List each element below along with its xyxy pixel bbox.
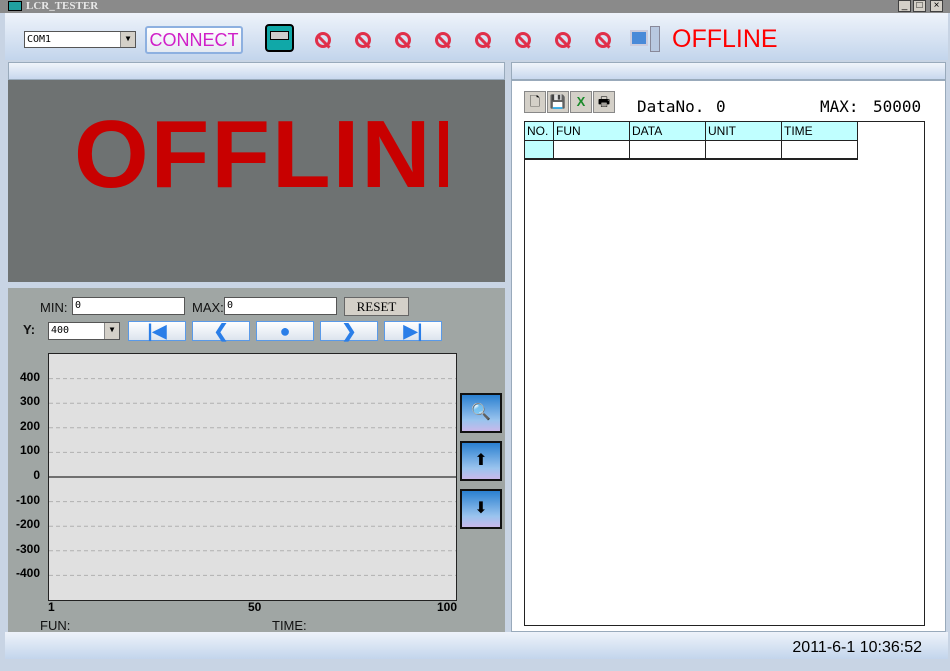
- window-title: LCR_TESTER: [26, 0, 99, 12]
- excel-export-button[interactable]: X: [570, 91, 592, 113]
- y-tick-label: 100: [19, 443, 40, 458]
- first-button[interactable]: |◀: [128, 321, 186, 341]
- y-tick-label: -100: [15, 492, 40, 507]
- minimize-button[interactable]: _: [898, 0, 911, 12]
- next-button[interactable]: ❯: [320, 321, 378, 341]
- y-tick-label: 400: [19, 369, 40, 384]
- min-label: MIN:: [40, 300, 68, 315]
- datetime: 2011-6-1 10:36:52: [792, 639, 922, 656]
- arrows-down-up-icon: ⬇: [474, 500, 488, 517]
- table-cell[interactable]: [706, 141, 782, 160]
- skip-first-icon: |◀: [147, 321, 167, 341]
- new-file-button[interactable]: 🗋: [524, 91, 546, 113]
- prev-button[interactable]: ❮: [192, 321, 250, 341]
- skip-last-icon: ▶|: [403, 321, 423, 341]
- y-tick-label: -400: [15, 566, 40, 581]
- chevron-down-icon[interactable]: ▼: [104, 323, 119, 339]
- compress-button[interactable]: ⬇: [460, 489, 502, 529]
- x-tick-label: 100: [437, 600, 458, 614]
- y-scale-select[interactable]: 400 ▼: [48, 322, 120, 340]
- table-cell[interactable]: [525, 141, 554, 160]
- no-sign-icon: [595, 32, 611, 48]
- fun-label: FUN:: [40, 618, 71, 633]
- y-label: Y:: [23, 322, 36, 337]
- max-input[interactable]: 0: [224, 297, 337, 315]
- display-text: OFFLINE: [74, 101, 448, 208]
- excel-icon: X: [576, 94, 586, 109]
- connection-status: OFFLINE: [672, 25, 778, 53]
- max-records-label: MAX:: [820, 97, 859, 116]
- computer-icon: [630, 26, 662, 52]
- zoom-button[interactable]: 🔍: [460, 393, 502, 433]
- app-icon: [8, 1, 22, 11]
- min-input[interactable]: 0: [72, 297, 185, 315]
- plot-svg: [49, 378, 456, 576]
- table-cell[interactable]: [554, 141, 630, 160]
- no-sign-icon: [355, 32, 371, 48]
- dot-icon: ●: [279, 321, 291, 341]
- port-select[interactable]: COM1 ▼: [24, 31, 136, 48]
- column-header-data: DATA: [630, 122, 706, 141]
- printer-icon: 🖶: [597, 94, 611, 109]
- chevron-down-icon[interactable]: ▼: [120, 32, 135, 47]
- clock-icon[interactable]: [265, 24, 294, 52]
- no-sign-icon: [555, 32, 571, 48]
- chevron-left-icon: ❮: [213, 321, 229, 341]
- print-button[interactable]: 🖶: [593, 91, 615, 113]
- connect-button[interactable]: CONNECT: [145, 26, 243, 54]
- y-tick-label: -300: [15, 541, 40, 556]
- no-sign-icon: [515, 32, 531, 48]
- expand-button[interactable]: ⬆: [460, 441, 502, 481]
- column-header-fun: FUN: [554, 122, 630, 141]
- data-table: NO. FUN DATA UNIT TIME: [524, 121, 925, 626]
- new-file-icon: 🗋: [529, 94, 541, 109]
- y-tick-label: 300: [19, 394, 40, 409]
- chevron-right-icon: ❯: [341, 321, 357, 341]
- close-button[interactable]: ×: [930, 0, 943, 12]
- x-tick-label: 1: [48, 600, 55, 614]
- port-value: COM1: [27, 34, 52, 45]
- time-label: TIME:: [272, 618, 307, 633]
- no-sign-icon: [395, 32, 411, 48]
- save-button[interactable]: 💾: [547, 91, 569, 113]
- arrows-up-down-icon: ⬆: [474, 452, 488, 469]
- save-icon: 💾: [549, 94, 567, 109]
- maximize-button[interactable]: □: [913, 0, 926, 12]
- table-cell[interactable]: [782, 141, 858, 160]
- y-scale-value: 400: [51, 325, 70, 336]
- measurement-display: OFFLINE: [8, 80, 505, 282]
- datano-value: 0: [716, 97, 726, 116]
- no-sign-icon: [435, 32, 451, 48]
- table-cell[interactable]: [630, 141, 706, 160]
- reset-button[interactable]: RESET: [344, 297, 409, 316]
- no-sign-icon: [315, 32, 331, 48]
- y-tick-label: -200: [15, 517, 40, 532]
- y-tick-label: 0: [33, 468, 40, 482]
- plot-area: [48, 353, 457, 601]
- y-tick-label: 200: [19, 418, 40, 433]
- data-header: [511, 62, 946, 80]
- magnifier-icon: 🔍: [471, 404, 491, 421]
- stop-button[interactable]: ●: [256, 321, 314, 341]
- datano-label: DataNo.: [637, 97, 705, 116]
- no-sign-icon: [475, 32, 491, 48]
- column-header-unit: UNIT: [706, 122, 782, 141]
- max-label: MAX:: [192, 300, 224, 315]
- column-header-time: TIME: [782, 122, 858, 141]
- column-header-no: NO.: [525, 122, 554, 141]
- last-button[interactable]: ▶|: [384, 321, 442, 341]
- title-bar: LCR_TESTER: [0, 0, 950, 13]
- display-header: [8, 62, 505, 80]
- max-records-value: 50000: [873, 97, 922, 116]
- x-tick-label: 50: [248, 600, 262, 614]
